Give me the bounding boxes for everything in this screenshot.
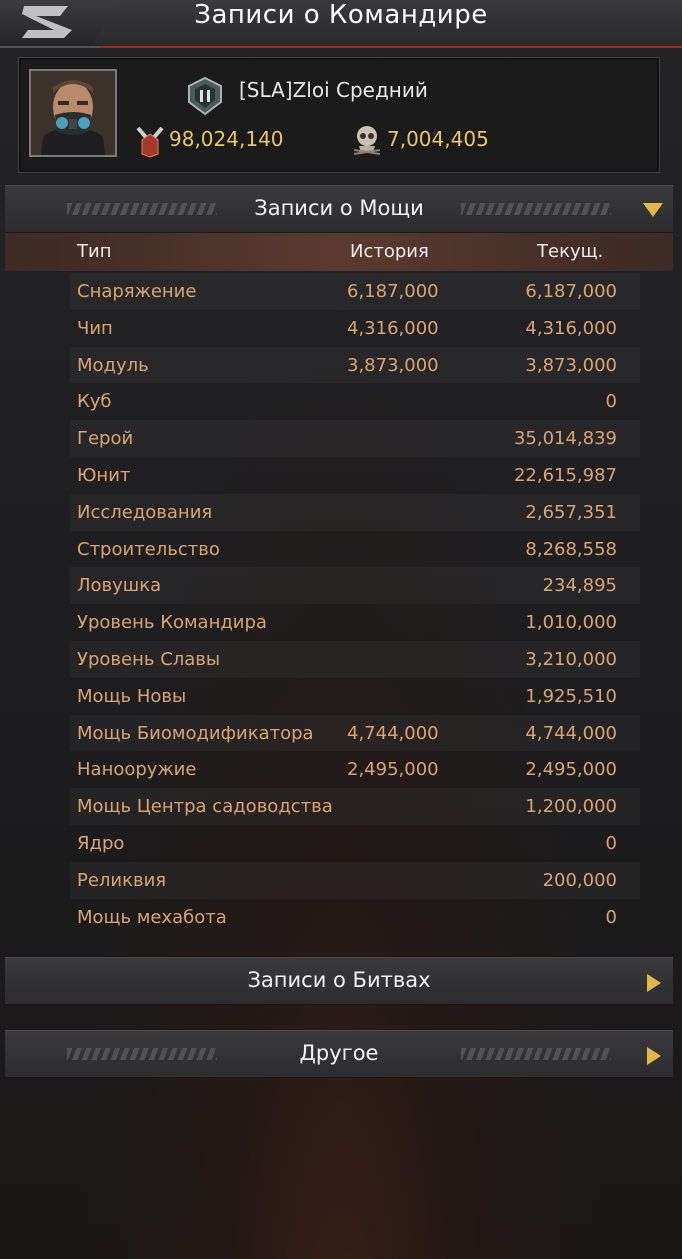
row-type: Герой — [77, 428, 134, 450]
row-type: Исследования — [77, 501, 213, 523]
table-row: Уровень Командира 1,010,000 — [70, 604, 640, 641]
header-accent-line — [100, 46, 682, 48]
row-current: 1,010,000 — [525, 612, 617, 634]
table-row: Уровень Славы 3,210,000 — [70, 641, 640, 678]
row-type: Юнит — [77, 464, 131, 486]
row-current: 3,210,000 — [525, 648, 617, 670]
section-title-battle: Записи о Битвах — [247, 968, 431, 992]
row-current: 234,895 — [542, 575, 617, 597]
row-current: 4,316,000 — [525, 317, 617, 339]
table-header: Тип История Текущ. — [5, 233, 673, 271]
section-title-other: Другое — [299, 1041, 379, 1065]
table-row: Исследования 2,657,351 — [70, 494, 640, 531]
row-history: 4,744,000 — [347, 722, 439, 744]
battle-records-header[interactable]: Записи о Битвах — [5, 957, 673, 1005]
row-current: 0 — [605, 391, 617, 413]
row-current: 1,925,510 — [525, 685, 617, 707]
row-type: Ядро — [77, 832, 125, 854]
collapse-arrow-icon[interactable] — [641, 199, 665, 219]
row-current: 35,014,839 — [513, 428, 617, 450]
row-current: 200,000 — [542, 869, 617, 891]
table-row: Куб 0 — [70, 383, 640, 420]
profile-panel: [SLA]Zloi Средний 98,024,140 7,004,405 — [18, 57, 660, 173]
row-current: 3,873,000 — [525, 354, 617, 376]
power-records-header[interactable]: Записи о Мощи — [5, 185, 673, 233]
row-type: Чип — [77, 317, 113, 339]
column-history: История — [350, 241, 429, 262]
row-current: 8,268,558 — [525, 538, 617, 560]
row-current: 0 — [605, 832, 617, 854]
table-row: Снаряжение 6,187,000 6,187,000 — [70, 273, 640, 310]
table-row: Юнит 22,615,987 — [70, 457, 640, 494]
other-records-header[interactable]: Другое — [5, 1030, 673, 1078]
row-current: 4,744,000 — [525, 722, 617, 744]
row-type: Мощь мехабота — [77, 906, 227, 928]
column-type: Тип — [77, 241, 112, 262]
row-history: 6,187,000 — [347, 281, 439, 302]
table-row: Мощь Центра садоводства 1,200,000 — [70, 788, 640, 825]
row-current: 2,495,000 — [525, 759, 617, 781]
player-name: [SLA]Zloi Средний — [239, 78, 428, 102]
table-row: Мощь Новы 1,925,510 — [70, 678, 640, 715]
row-history: 4,316,000 — [347, 317, 439, 339]
row-type: Мощь Биомодификатора — [77, 722, 314, 744]
avatar-portrait — [31, 71, 115, 155]
power-value: 98,024,140 — [169, 127, 284, 151]
table-row: Строительство 8,268,558 — [70, 531, 640, 568]
table-row: Ядро 0 — [70, 825, 640, 862]
column-current: Текущ. — [537, 241, 604, 262]
row-type: Строительство — [77, 538, 220, 560]
power-icon — [136, 126, 164, 158]
row-type: Уровень Славы — [77, 648, 221, 670]
row-type: Снаряжение — [77, 281, 197, 302]
page-title: Записи о Командире — [194, 0, 488, 30]
row-type: Ловушка — [77, 575, 162, 597]
table-row: Модуль 3,873,000 3,873,000 — [70, 347, 640, 384]
table-row: Ловушка 234,895 — [70, 567, 640, 604]
power-table: Снаряжение 6,187,000 6,187,000 Чип 4,316,00… — [70, 273, 640, 935]
row-type: Уровень Командира — [77, 612, 267, 634]
row-type: Нанооружие — [77, 759, 197, 781]
row-type: Куб — [77, 391, 112, 413]
table-row: Чип 4,316,000 4,316,000 — [70, 310, 640, 347]
table-row: Мощь Биомодификатора 4,744,000 4,744,000 — [70, 715, 640, 752]
row-history: 3,873,000 — [347, 354, 439, 376]
row-current: 0 — [605, 906, 617, 928]
row-current: 2,657,351 — [525, 501, 617, 523]
expand-arrow-icon[interactable] — [641, 971, 665, 995]
rank-icon — [188, 76, 222, 116]
avatar[interactable] — [29, 69, 117, 157]
row-current: 22,615,987 — [513, 464, 617, 486]
row-type: Мощь Центра садоводства — [77, 796, 333, 818]
section-title-power: Записи о Мощи — [254, 196, 424, 220]
kill-icon — [353, 126, 381, 155]
row-type: Реликвия — [77, 869, 167, 891]
row-type: Модуль — [77, 354, 149, 376]
row-history: 2,495,000 — [347, 759, 439, 781]
expand-arrow-icon[interactable] — [641, 1044, 665, 1068]
row-current: 1,200,000 — [525, 796, 617, 818]
kill-value: 7,004,405 — [387, 127, 489, 151]
table-row: Нанооружие 2,495,000 2,495,000 — [70, 751, 640, 788]
row-current: 6,187,000 — [525, 281, 617, 302]
table-row: Мощь мехабота 0 — [70, 899, 640, 936]
row-type: Мощь Новы — [77, 685, 187, 707]
top-bar: Записи о Командире — [0, 0, 682, 48]
table-row: Реликвия 200,000 — [70, 862, 640, 899]
table-row: Герой 35,014,839 — [70, 420, 640, 457]
